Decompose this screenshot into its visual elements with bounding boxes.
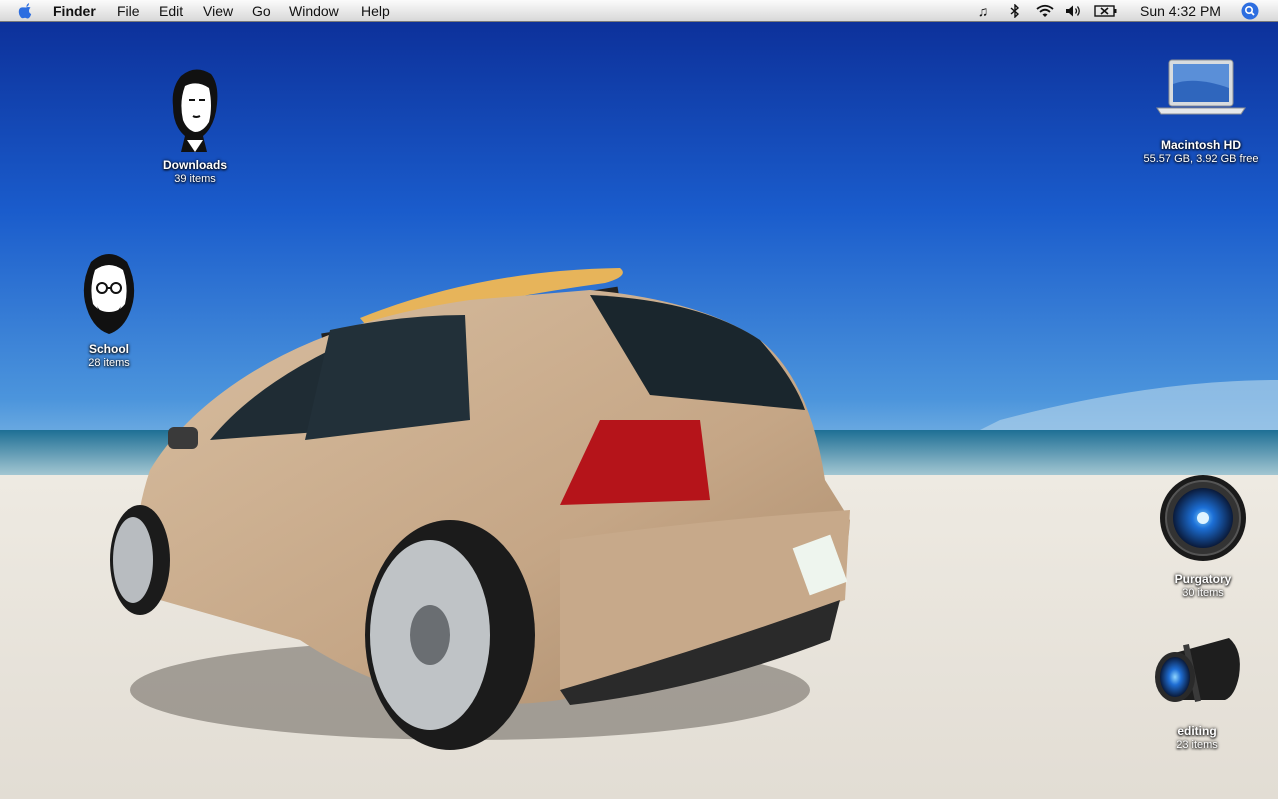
itunes-note-icon[interactable]: ♫ (972, 0, 994, 22)
menu-edit[interactable]: Edit (159, 0, 183, 22)
battery-icon[interactable] (1092, 0, 1120, 22)
desktop-icon-downloads[interactable]: Downloads 39 items (145, 66, 245, 186)
menu-go[interactable]: Go (252, 0, 271, 22)
desktop-icon-subtitle: 28 items (88, 357, 130, 369)
desktop-icon-subtitle: 30 items (1182, 587, 1224, 599)
spotlight-search-icon[interactable] (1240, 0, 1260, 22)
desktop-icon-editing[interactable]: editing 23 items (1147, 630, 1247, 752)
menu-help[interactable]: Help (361, 0, 390, 22)
desktop[interactable]: Finder File Edit View Go Window Help ♫ S… (0, 0, 1278, 799)
menu-app-finder[interactable]: Finder (53, 0, 96, 22)
menu-view[interactable]: View (203, 0, 233, 22)
desktop-icon-label: Purgatory (1174, 572, 1232, 586)
folder-face-icon (172, 69, 218, 152)
desktop-icon-purgatory[interactable]: Purgatory 30 items (1153, 472, 1253, 600)
menu-window[interactable]: Window (289, 0, 339, 22)
menu-bar: Finder File Edit View Go Window Help ♫ S… (0, 0, 1278, 22)
bluetooth-icon[interactable] (1005, 0, 1025, 22)
folder-face-icon (83, 254, 135, 334)
camera-lens-icon (1155, 638, 1240, 702)
laptop-icon (1156, 59, 1246, 115)
desktop-icon-subtitle: 23 items (1176, 739, 1218, 751)
menu-file[interactable]: File (117, 0, 140, 22)
camera-lens-icon (1160, 475, 1246, 561)
desktop-icon-subtitle: 55.57 GB, 3.92 GB free (1143, 153, 1259, 165)
desktop-icon-label: School (88, 342, 129, 356)
desktop-icon-label: Macintosh HD (1160, 138, 1241, 152)
volume-icon[interactable] (1063, 0, 1085, 22)
desktop-icon-subtitle: 39 items (174, 173, 216, 185)
menu-clock[interactable]: Sun 4:32 PM (1140, 0, 1221, 22)
desktop-icon-macintosh-hd[interactable]: Macintosh HD 55.57 GB, 3.92 GB free (1131, 58, 1271, 166)
wifi-icon[interactable] (1033, 0, 1057, 22)
desktop-icon-label: editing (1177, 724, 1217, 738)
desktop-icon-label: Downloads (162, 158, 227, 172)
apple-icon[interactable] (12, 0, 40, 22)
desktop-icon-school[interactable]: School 28 items (59, 248, 159, 370)
